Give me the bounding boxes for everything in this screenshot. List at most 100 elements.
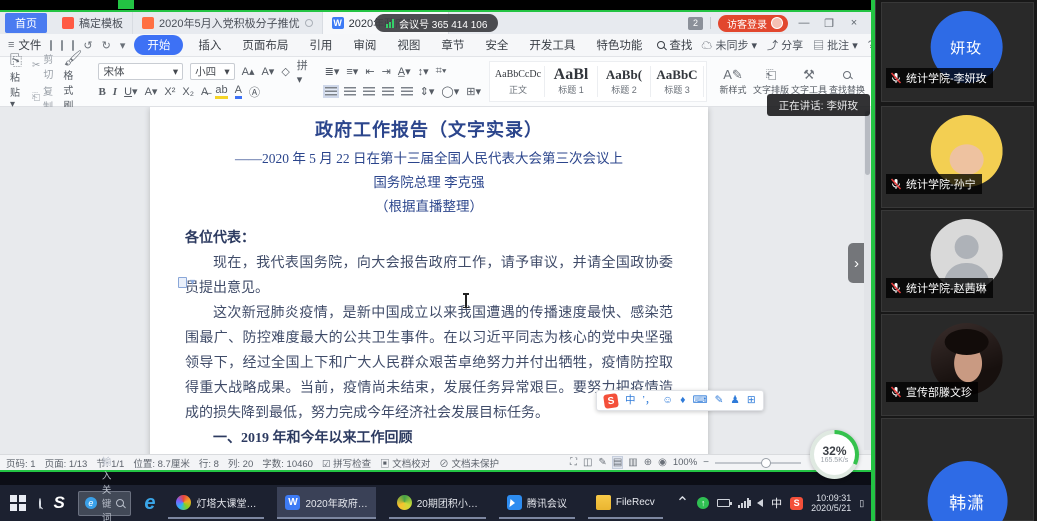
menu-tab-review[interactable]: 审阅 <box>347 35 382 55</box>
battery-icon[interactable] <box>717 499 730 507</box>
share-button[interactable]: ⤴ 分享 <box>767 37 803 53</box>
redo-icon[interactable]: ↻ <box>102 39 111 52</box>
subscript-icon[interactable]: X₂ <box>182 86 194 98</box>
sogou-logo-icon[interactable]: S <box>603 393 619 409</box>
eye-protect-icon[interactable]: ◉ <box>658 457 667 468</box>
voice-input-icon[interactable]: ♦ <box>680 395 685 406</box>
char-shading-icon[interactable]: Ⓐ <box>249 84 260 100</box>
task-group-doc[interactable]: 20期团积小… <box>389 487 486 519</box>
shrink-font-icon[interactable]: A▾ <box>261 65 274 78</box>
margin-comment-icon[interactable]: ▾ <box>178 277 195 288</box>
menu-tab-security[interactable]: 安全 <box>479 35 514 55</box>
text-direction-icon[interactable]: A̲▾ <box>398 65 411 78</box>
tab-close-icon[interactable] <box>305 19 313 27</box>
task-tencent-meeting[interactable]: 腾讯会议 <box>499 487 575 519</box>
style-heading1[interactable]: AaBl 标题 1 <box>545 66 598 97</box>
align-center-icon[interactable] <box>344 87 356 96</box>
side-panel-chevron-icon[interactable]: › <box>848 243 865 283</box>
doc-tab-gaoding[interactable]: 稿定模板 <box>53 12 133 34</box>
numbered-list-icon[interactable]: ≡▾ <box>346 65 358 78</box>
italic-button[interactable]: I <box>113 86 117 98</box>
guest-login-button[interactable]: 访客登录 <box>718 15 788 32</box>
meeting-id-overlay[interactable]: 会议号 365 414 106 <box>375 14 498 32</box>
page-view-icon[interactable]: ▤ <box>613 457 622 468</box>
menu-tab-references[interactable]: 引用 <box>303 35 338 55</box>
taskbar-search-icon[interactable] <box>39 498 41 509</box>
font-size-select[interactable]: 小四▾ <box>190 63 234 80</box>
wps-home-tab[interactable]: 首页 <box>5 13 47 33</box>
align-justify-icon[interactable] <box>382 87 394 96</box>
emoji-icon[interactable]: ☺ <box>662 395 673 406</box>
menu-tab-devtools[interactable]: 开发工具 <box>523 35 581 55</box>
zoom-out-icon[interactable]: − <box>703 457 709 468</box>
task-lighthouse-class[interactable]: 灯塔大课堂… <box>168 487 264 519</box>
style-heading2[interactable]: AaBb( 标题 2 <box>598 66 651 97</box>
comment-button[interactable]: ▤ 批注 ▾ <box>813 37 858 53</box>
toolbox-icon[interactable]: ⊞ <box>747 395 756 406</box>
spell-check-toggle[interactable]: ☑ 拼写检查 <box>322 456 371 470</box>
speaker-icon[interactable] <box>757 499 763 507</box>
char-spacing-icon[interactable]: ↕▾ <box>418 65 429 78</box>
cut-button[interactable]: ✂ 剪切 <box>32 51 53 81</box>
handwriting-icon[interactable]: ✎ <box>715 395 724 406</box>
task-gov-report-doc[interactable]: W 2020年政府… <box>277 487 375 519</box>
tray-expand-icon[interactable]: ⌃ <box>676 493 689 513</box>
close-button[interactable]: × <box>845 17 863 29</box>
ime-indicator[interactable]: 中 <box>771 495 782 511</box>
s-browser-icon[interactable]: S <box>54 493 65 513</box>
split-view-icon[interactable]: ◫ <box>583 457 592 468</box>
doc-protect-toggle[interactable]: ⊘ 文档未保护 <box>439 456 499 470</box>
participant-tile[interactable]: 韩潇 <box>881 418 1034 521</box>
find-button[interactable]: 查找 <box>657 37 692 53</box>
bold-button[interactable]: B <box>98 86 105 98</box>
underline-button[interactable]: U▾ <box>124 85 137 98</box>
sync-status-button[interactable]: ☁ 未同步 ▾ <box>701 37 757 53</box>
task-filerecv-folder[interactable]: FileRecv <box>588 487 663 519</box>
ime-mode-toggle[interactable]: 中 <box>625 395 636 406</box>
zoom-slider[interactable] <box>715 462 801 464</box>
ink-view-icon[interactable]: ✎ <box>598 457 606 468</box>
align-right-icon[interactable] <box>363 87 375 96</box>
align-distribute-icon[interactable] <box>401 87 413 96</box>
menu-tab-features[interactable]: 特色功能 <box>590 35 648 55</box>
new-style-button[interactable]: A✎ 新样式 <box>715 60 751 103</box>
show-desktop-button[interactable]: ▯ <box>859 498 864 509</box>
decrease-indent-icon[interactable]: ⇤ <box>365 65 374 78</box>
style-body[interactable]: AaBbCcDc 正文 <box>492 66 545 97</box>
paste-button[interactable]: ⎘ 粘贴 ▾ <box>6 53 26 110</box>
fullscreen-view-icon[interactable]: ⛶ <box>570 457 577 468</box>
soft-keyboard-icon[interactable]: ⌨ <box>692 395 707 406</box>
punctuation-toggle[interactable]: ’， <box>643 395 656 406</box>
char-scale-icon[interactable]: ⌗▾ <box>436 65 447 78</box>
format-painter-button[interactable]: 🖌 格式刷 <box>59 51 86 112</box>
enclose-char-icon[interactable]: ◯▾ <box>441 85 459 98</box>
tray-update-icon[interactable]: ↑ <box>697 497 709 509</box>
notification-badge[interactable]: 2 <box>688 17 703 30</box>
undo-icon[interactable]: ↺ <box>83 39 92 52</box>
web-view-icon[interactable]: ⊕ <box>644 457 652 468</box>
scrollbar-thumb[interactable] <box>865 111 870 175</box>
print-icon[interactable] <box>61 40 63 51</box>
speed-ball-widget[interactable]: 32% 165.5K/s <box>810 430 859 479</box>
doc-proof-toggle[interactable]: ▣ 文档校对 <box>380 456 430 470</box>
zoom-level[interactable]: 100% <box>673 457 697 468</box>
taskbar-clock[interactable]: 10:09:31 2020/5/21 <box>811 493 851 513</box>
char-border-icon[interactable]: A▾ <box>145 85 158 98</box>
font-name-select[interactable]: 宋体▾ <box>98 63 183 80</box>
participant-tile[interactable]: 统计学院-赵茜琳 <box>881 210 1034 312</box>
document-scrollbar[interactable] <box>864 109 871 450</box>
menu-tab-start[interactable]: 开始 <box>134 35 183 55</box>
status-word-count[interactable]: 字数: 10460 <box>262 456 313 470</box>
menu-tab-section[interactable]: 章节 <box>435 35 470 55</box>
font-color-icon[interactable]: A <box>235 84 242 99</box>
participant-tile[interactable]: 宣传部滕文珍 <box>881 314 1034 416</box>
sogou-ime-toolbar[interactable]: S 中 ’， ☺ ♦ ⌨ ✎ ♟ ⊞ <box>596 390 764 411</box>
strikethrough-icon[interactable]: A̶ <box>201 86 208 98</box>
sogou-tray-icon[interactable]: S <box>790 497 803 510</box>
increase-indent-icon[interactable]: ⇥ <box>382 65 391 78</box>
doc-tab-tuiyou[interactable]: 2020年5月入党积极分子推优 <box>133 12 323 34</box>
superscript-icon[interactable]: X² <box>164 86 175 98</box>
save-icon[interactable] <box>50 40 52 51</box>
borders-icon[interactable]: ⊞▾ <box>466 85 481 98</box>
text-effects-icon[interactable]: ◇ <box>281 65 289 78</box>
